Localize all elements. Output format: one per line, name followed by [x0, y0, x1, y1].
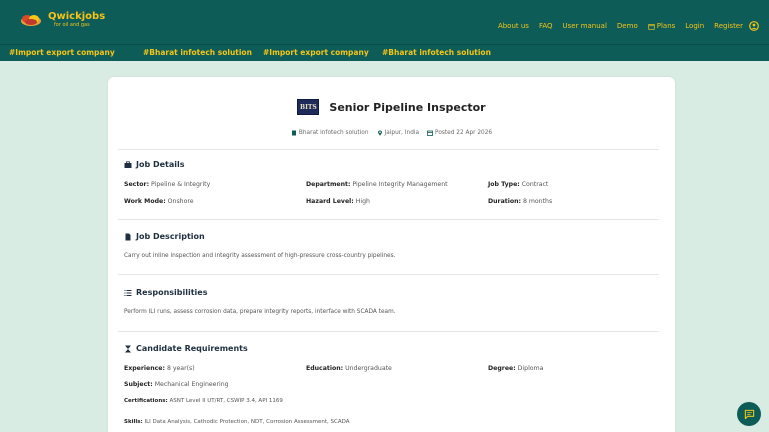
nav-register[interactable]: Register [714, 22, 743, 30]
company-logo: BITS [297, 99, 320, 115]
hourglass-icon [125, 345, 131, 352]
calendar-icon [648, 23, 655, 30]
section-job-description: Job Description [124, 232, 205, 241]
ticker-item[interactable]: #Bharat infotech solution [143, 48, 252, 57]
job-posted-date: Posted 22 Apr 2026 [427, 130, 492, 136]
document-icon [125, 233, 131, 240]
job-description-text: Carry out inline inspection and integrit… [124, 253, 396, 259]
section-candidate-requirements: Candidate Requirements [124, 344, 248, 353]
field-department: Department: Pipeline Integrity Managemen… [306, 181, 448, 188]
field-certifications: Certifications: ASNT Level II UT/RT, CSW… [124, 398, 283, 404]
job-company: Bharat infotech solution [291, 130, 369, 136]
field-experience: Experience: 8 year(s) [124, 365, 195, 372]
list-icon [124, 289, 132, 296]
brand-logo[interactable]: Qwickjobs for oil and gas [20, 12, 105, 28]
job-meta: Bharat infotech solution Jaipur, India P… [108, 130, 675, 136]
brand-tagline: for oil and gas [54, 22, 90, 28]
ticker-item[interactable]: #Import export company [263, 48, 369, 57]
field-subject: Subject: Mechanical Engineering [124, 381, 229, 388]
field-degree: Degree: Diploma [488, 365, 544, 372]
nav-demo[interactable]: Demo [617, 22, 638, 30]
nav-plans[interactable]: Plans [648, 22, 676, 30]
ticker-item[interactable]: #Import export company [9, 48, 115, 57]
job-header: BITS Senior Pipeline Inspector [108, 99, 675, 115]
nav-plans-label: Plans [656, 22, 676, 30]
logo-cloud-icon [21, 15, 41, 26]
field-education: Education: Undergraduate [306, 365, 392, 372]
field-hazard-level: Hazard Level: High [306, 198, 370, 205]
divider [118, 149, 659, 150]
ticker-item[interactable]: #Bharat infotech solution [382, 48, 491, 57]
responsibilities-text: Perform ILI runs, assess corrosion data,… [124, 309, 396, 315]
nav-links: About us FAQ User manual Demo Plans Logi… [488, 22, 743, 30]
job-title: Senior Pipeline Inspector [329, 100, 486, 114]
field-sector: Sector: Pipeline & Integrity [124, 181, 211, 188]
divider [118, 219, 659, 220]
top-navbar: Qwickjobs for oil and gas About us FAQ U… [0, 0, 769, 44]
divider [118, 331, 659, 332]
section-job-details: Job Details [124, 160, 185, 169]
brand-name: Qwickjobs [48, 11, 106, 22]
chat-icon [744, 409, 754, 419]
nav-faq[interactable]: FAQ [539, 22, 553, 30]
field-job-type: Job Type: Contract [488, 181, 549, 188]
job-card: BITS Senior Pipeline Inspector Bharat in… [108, 77, 675, 432]
field-skills: Skills: ILI Data Analysis, Cathodic Prot… [124, 419, 350, 425]
nav-user-manual[interactable]: User manual [563, 22, 607, 30]
field-duration: Duration: 8 months [488, 198, 553, 205]
location-icon [377, 130, 382, 136]
calendar-icon [427, 130, 433, 136]
company-ticker: #Import export company #Bharat infotech … [0, 44, 769, 61]
divider [118, 274, 659, 275]
briefcase-icon [124, 160, 132, 168]
user-icon[interactable] [749, 21, 759, 31]
nav-login[interactable]: Login [685, 22, 704, 30]
field-work-mode: Work Mode: Onshore [124, 198, 194, 205]
section-responsibilities: Responsibilities [124, 288, 207, 297]
chat-button[interactable] [737, 402, 761, 426]
nav-about[interactable]: About us [498, 22, 529, 30]
job-location: Jaipur, India [377, 130, 419, 136]
building-icon [291, 130, 296, 136]
